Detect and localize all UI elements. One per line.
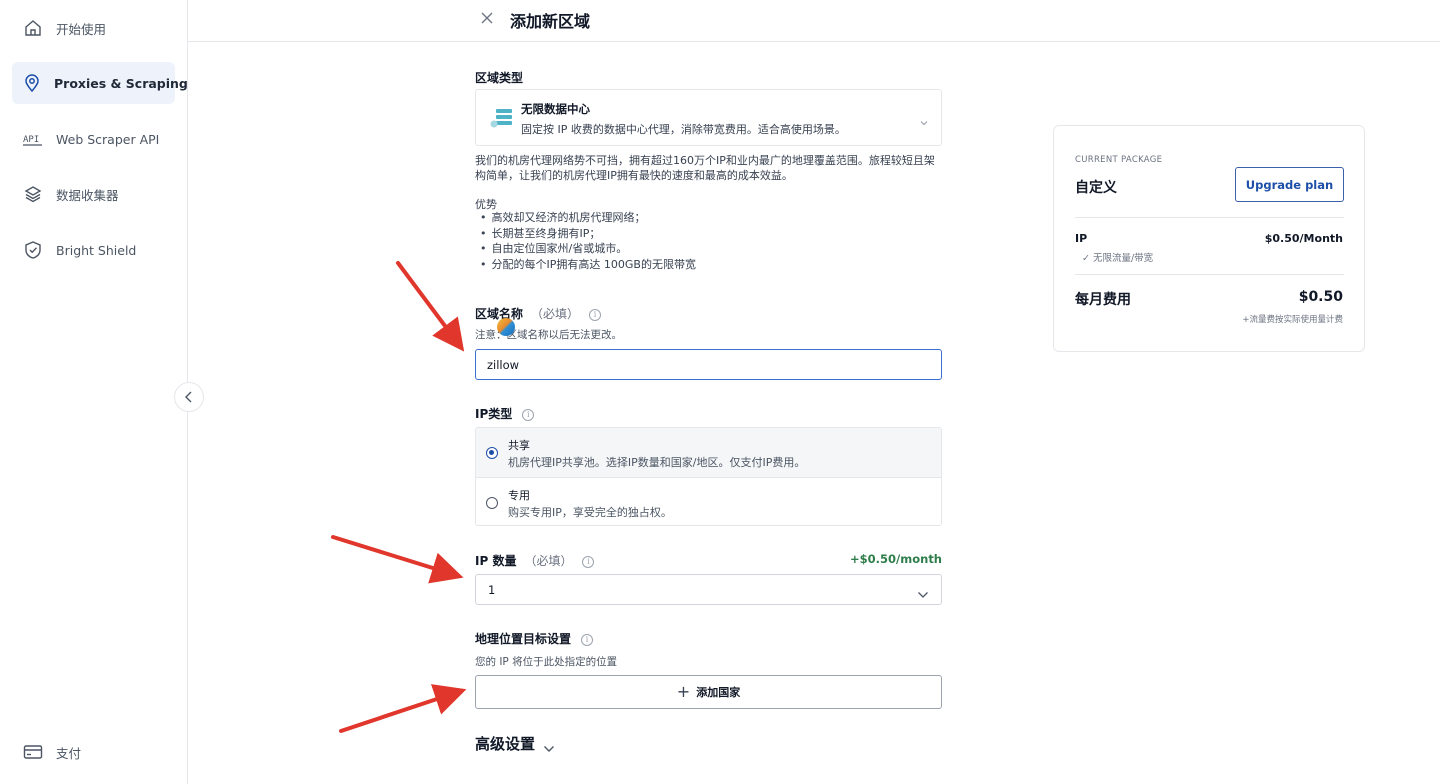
option-desc: 购买专用IP，享受完全的独占权。: [508, 506, 672, 519]
close-button[interactable]: [478, 9, 496, 27]
chevron-down-icon: [917, 585, 929, 598]
ip-type-label-text: IP类型: [475, 407, 513, 421]
sidebar-item-getting-started[interactable]: 开始使用: [12, 7, 175, 49]
shield-icon: [22, 239, 44, 261]
location-pin-icon: [22, 72, 42, 94]
annotation-arrow: [396, 261, 465, 352]
ip-count-price: +$0.50/month: [850, 552, 942, 566]
avatar: [497, 318, 515, 336]
info-icon[interactable]: i: [581, 633, 594, 646]
advanced-settings-toggle[interactable]: 高级设置: [475, 733, 555, 754]
option-title: 共享: [508, 439, 530, 452]
geo-label-text: 地理位置目标设置: [475, 632, 572, 646]
info-icon[interactable]: i: [589, 308, 602, 321]
zone-type-description: 我们的机房代理网络势不可挡，拥有超过160万个IP和业内最广的地理覆盖范围。旅程…: [475, 154, 935, 182]
current-package-card: CURRENT PACKAGE 自定义 Upgrade plan IP $0.5…: [1053, 125, 1365, 352]
ip-line-label: IP: [1075, 232, 1088, 245]
chevron-left-icon: [184, 388, 194, 407]
ip-type-label: IP类型 i: [475, 405, 535, 422]
monthly-cost-label: 每月费用: [1075, 292, 1131, 308]
list-item: 分配的每个IP拥有高达 100GB的无限带宽: [480, 257, 696, 273]
list-item: 高效却又经济的机房代理网络；: [480, 210, 696, 226]
required-tag: （必填）: [531, 307, 580, 321]
add-country-label: 添加国家: [696, 686, 741, 699]
monthly-cost-price: $0.50: [1298, 289, 1343, 305]
sidebar-item-label: 数据收集器: [56, 187, 119, 203]
upgrade-plan-button[interactable]: Upgrade plan: [1235, 167, 1344, 202]
list-item: 自由定位国家州/省或城市。: [480, 241, 696, 257]
close-icon: [481, 9, 493, 28]
ip-count-label-text: IP 数量: [475, 554, 517, 568]
list-item: 长期甚至终身拥有IP；: [480, 226, 696, 242]
chevron-down-icon: [543, 739, 555, 752]
info-icon[interactable]: i: [522, 408, 535, 421]
card-icon: [22, 741, 44, 763]
sidebar-item-label: 开始使用: [56, 21, 107, 37]
zone-type-title: 无限数据中心: [521, 102, 590, 116]
sidebar-item-proxies-scraping[interactable]: Proxies & Scraping: [12, 62, 188, 104]
advanced-settings-label: 高级设置: [475, 735, 536, 753]
sidebar-item-bright-shield[interactable]: Bright Shield: [12, 229, 175, 271]
geo-label: 地理位置目标设置 i: [475, 630, 594, 647]
sidebar-item-data-collector[interactable]: 数据收集器: [12, 173, 175, 215]
zone-name-label-text: 区域名称: [475, 307, 524, 321]
chevron-down-icon: [919, 113, 929, 126]
plus-icon: +: [676, 682, 691, 701]
geo-subtitle: 您的 IP 将位于此处指定的位置: [475, 656, 618, 668]
divider: [1075, 217, 1344, 218]
sidebar-item-label: Bright Shield: [56, 242, 137, 258]
sidebar-item-label: 支付: [56, 745, 82, 761]
sidebar-collapse-button[interactable]: [174, 382, 204, 412]
page-header: 添加新区域: [188, 0, 1440, 42]
ip-count-label: IP 数量 （必填） i: [475, 552, 595, 569]
zone-name-input[interactable]: [475, 349, 942, 380]
package-caption: CURRENT PACKAGE: [1075, 155, 1163, 165]
zone-type-label: 区域类型: [475, 71, 524, 85]
ip-line-price: $0.50/Month: [1264, 232, 1343, 245]
ip-count-value: 1: [488, 583, 496, 597]
option-desc: 机房代理IP共享池。选择IP数量和国家/地区。仅支付IP费用。: [508, 456, 806, 469]
annotation-arrow: [331, 535, 464, 584]
layers-icon: [22, 183, 44, 205]
radio-button[interactable]: [486, 497, 498, 509]
required-tag: （必填）: [524, 554, 573, 568]
annotation-arrow: [339, 684, 467, 733]
zone-type-desc: 固定按 IP 收费的数据中心代理，消除带宽费用。适合高使用场景。: [521, 123, 846, 136]
ip-count-select[interactable]: 1: [475, 574, 942, 605]
divider: [1075, 274, 1344, 275]
info-icon[interactable]: i: [582, 555, 595, 568]
monthly-cost-note: +流量费按实际使用量计费: [1242, 315, 1343, 325]
zone-type-select[interactable]: 无限数据中心 固定按 IP 收费的数据中心代理，消除带宽费用。适合高使用场景。: [475, 89, 942, 146]
ip-type-option-dedicated[interactable]: 专用 购买专用IP，享受完全的独占权。: [476, 477, 941, 525]
add-country-button[interactable]: + 添加国家: [475, 675, 942, 709]
api-icon: API: [22, 128, 44, 150]
ip-line-subtitle: ✓ 无限流量/带宽: [1082, 253, 1154, 264]
option-title: 专用: [508, 489, 530, 502]
package-name: 自定义: [1075, 180, 1117, 196]
ip-type-radio-group: 共享 机房代理IP共享池。选择IP数量和国家/地区。仅支付IP费用。 专用 购买…: [475, 427, 942, 526]
zone-name-label: 区域名称 （必填） i: [475, 305, 602, 322]
svg-text:API: API: [23, 135, 39, 145]
ip-type-option-shared[interactable]: 共享 机房代理IP共享池。选择IP数量和国家/地区。仅支付IP费用。: [476, 428, 941, 477]
sidebar-item-label: Web Scraper API: [56, 131, 160, 147]
datacenter-icon: [490, 107, 514, 131]
radio-button[interactable]: [486, 447, 498, 459]
sidebar-item-label: Proxies & Scraping: [54, 75, 188, 91]
advantages-list: 高效却又经济的机房代理网络； 长期甚至终身拥有IP； 自由定位国家州/省或城市。…: [480, 210, 696, 272]
sidebar: 开始使用 Proxies & Scraping API Web Scraper …: [0, 0, 188, 784]
sidebar-item-web-scraper-api[interactable]: API Web Scraper API: [12, 118, 175, 160]
home-icon: [22, 17, 44, 39]
page-title: 添加新区域: [510, 12, 591, 31]
sidebar-item-billing[interactable]: 支付: [12, 731, 175, 773]
